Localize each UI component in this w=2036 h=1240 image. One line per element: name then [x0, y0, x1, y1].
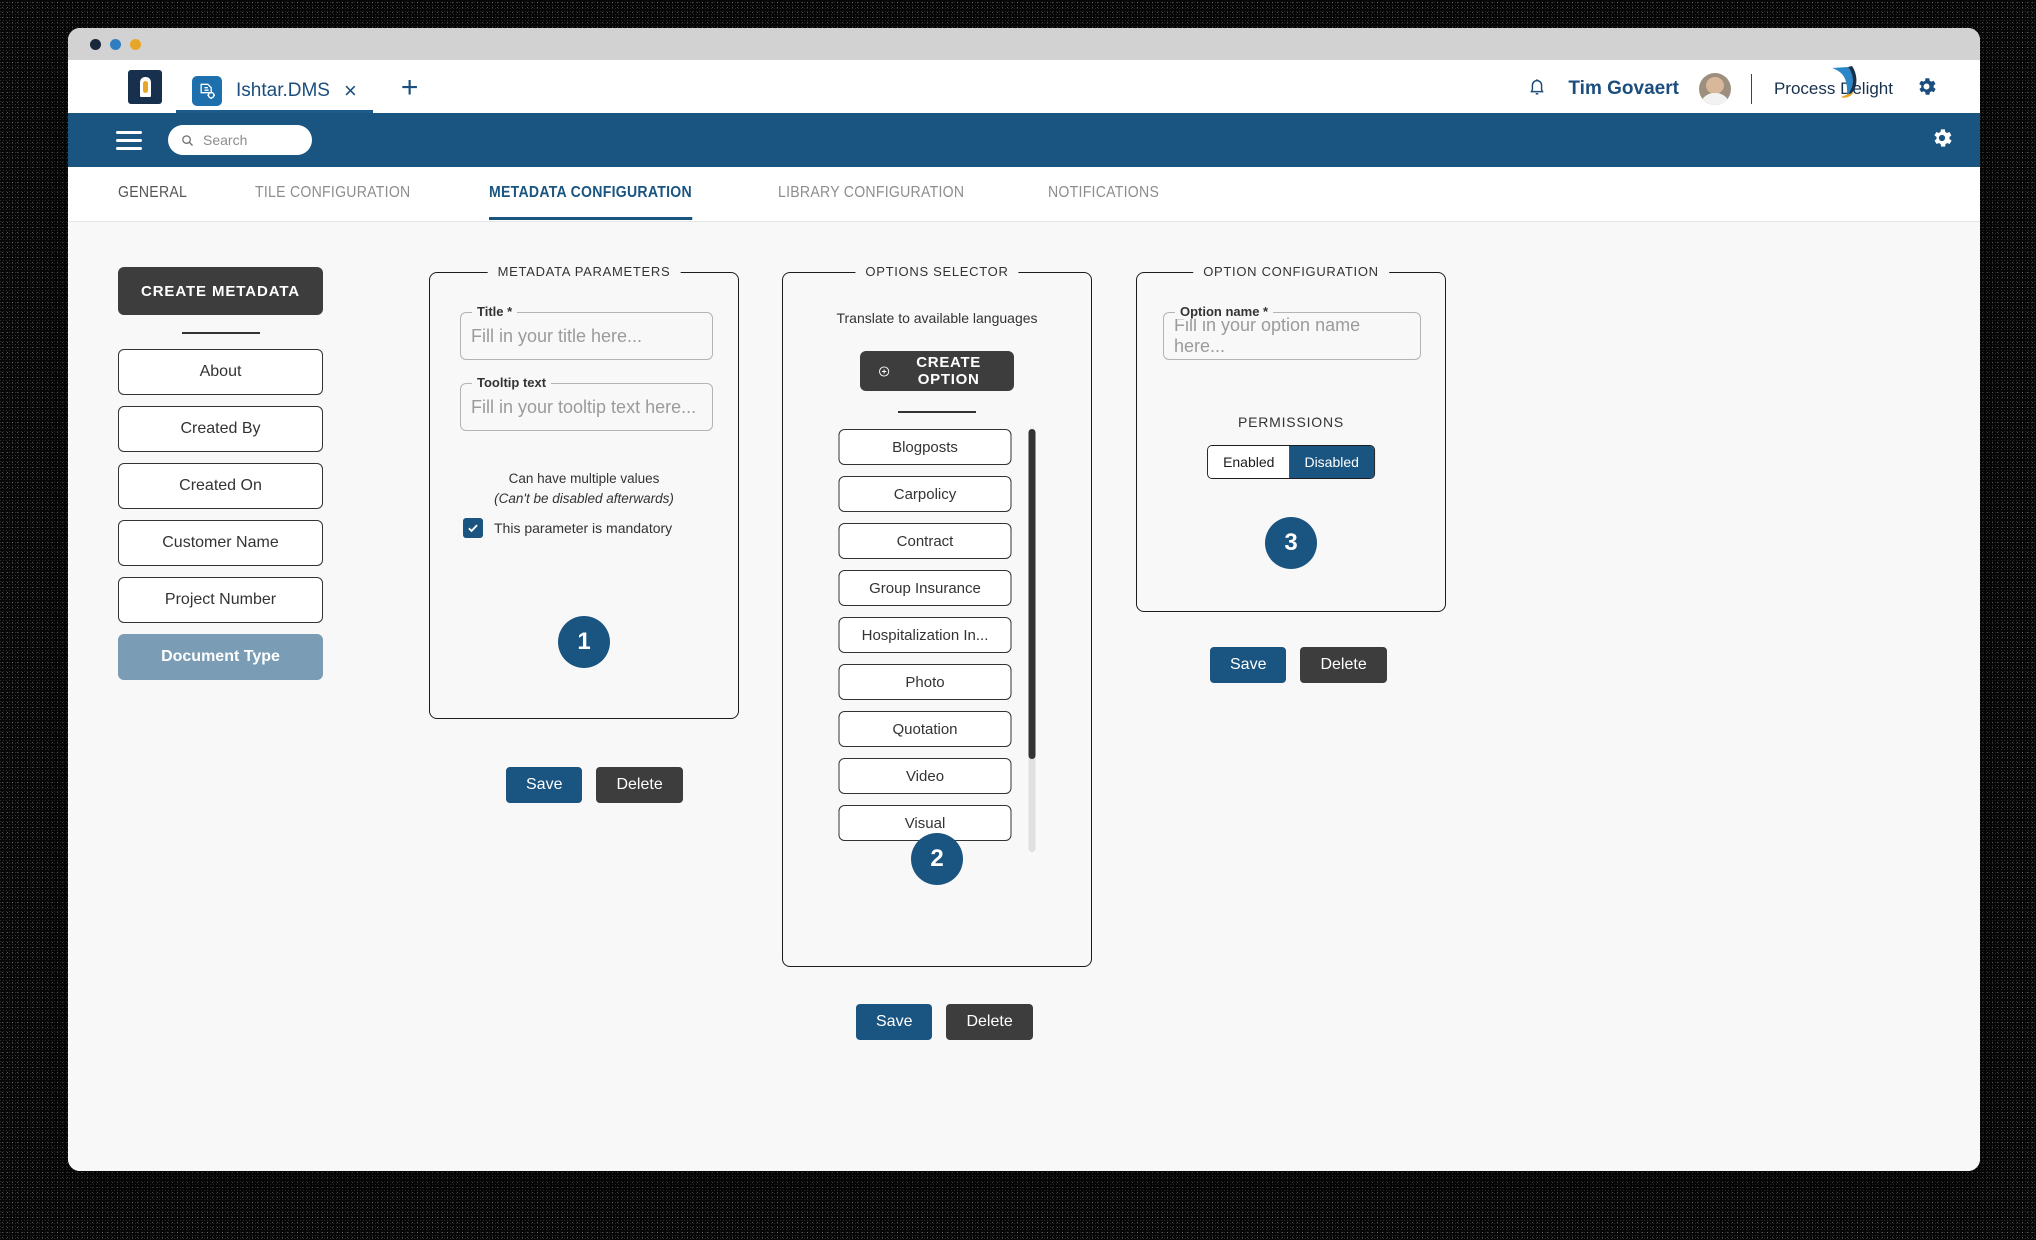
step-badge-3: 3 — [1265, 517, 1317, 569]
browser-tab[interactable]: Ishtar.DMS × — [176, 68, 373, 113]
tab-library-configuration[interactable]: LIBRARY CONFIGURATION — [778, 184, 964, 204]
metadata-parameters-panel: METADATA PARAMETERS Fill in your title h… — [429, 264, 739, 719]
tab-metadata-configuration[interactable]: METADATA CONFIGURATION — [489, 184, 692, 220]
helper-line-1: Can have multiple values — [508, 471, 660, 486]
tab-general[interactable]: GENERAL — [118, 184, 187, 204]
brand-label: Process Delight — [1772, 66, 1895, 99]
list-item[interactable]: Video — [838, 758, 1012, 794]
scrollbar-thumb[interactable] — [1028, 429, 1036, 759]
panel-legend: OPTION CONFIGURATION — [1193, 264, 1389, 279]
main-content: CREATE METADATA About Created By Created… — [68, 222, 1980, 1171]
tab-tile-configuration[interactable]: TILE CONFIGURATION — [255, 184, 410, 204]
process-delight-logo-icon — [1831, 66, 1857, 98]
browser-toolbar-right: Tim Govaert Process Delight — [1526, 66, 1938, 105]
options-panel-actions: Save Delete — [856, 1004, 1033, 1040]
list-item[interactable]: Contract — [838, 523, 1012, 559]
list-item[interactable]: Blogposts — [838, 429, 1012, 465]
step-badge-2: 2 — [911, 833, 963, 885]
section-tabs: GENERAL TILE CONFIGURATION METADATA CONF… — [68, 167, 1980, 222]
search-input[interactable]: Search — [168, 125, 312, 155]
save-button[interactable]: Save — [506, 767, 583, 803]
options-list: Blogposts Carpolicy Contract Group Insur… — [838, 429, 1036, 852]
close-icon[interactable]: × — [344, 79, 357, 102]
application-toolbar: Search — [68, 113, 1980, 167]
search-icon — [182, 134, 193, 146]
translate-hint: Translate to available languages — [836, 310, 1038, 326]
plus-circle-icon — [879, 365, 890, 377]
avatar[interactable] — [1698, 73, 1731, 105]
new-tab-button[interactable]: + — [401, 73, 419, 103]
list-item[interactable]: Photo — [838, 664, 1012, 700]
create-option-label: CREATE OPTION — [916, 354, 982, 388]
hamburger-menu-icon[interactable] — [116, 130, 142, 150]
sidebar-item-customer-name[interactable]: Customer Name — [118, 520, 323, 566]
option-name-field-label: Option name * — [1175, 304, 1274, 319]
sidebar-item-created-by[interactable]: Created By — [118, 406, 323, 452]
toggle-enabled-option[interactable]: Enabled — [1208, 446, 1290, 478]
delete-button[interactable]: Delete — [946, 1004, 1033, 1040]
option-config-panel-actions: Save Delete — [1210, 647, 1387, 683]
tab-title: Ishtar.DMS — [236, 79, 330, 101]
helper-line-2: (Can't be disabled afterwards) — [494, 490, 674, 506]
option-name-placeholder: Fill in your option name here... — [1174, 315, 1361, 356]
mandatory-checkbox-label: This parameter is mandatory — [494, 520, 673, 536]
document-gear-icon — [192, 75, 222, 106]
title-field-label: Title * — [472, 304, 518, 319]
permissions-toggle[interactable]: Enabled Disabled — [1207, 445, 1375, 479]
sidebar-item-document-type[interactable]: Document Type — [118, 634, 323, 680]
title-placeholder: Fill in your title here... — [471, 325, 643, 346]
tooltip-field[interactable]: Fill in your tooltip text here... Toolti… — [460, 375, 713, 431]
metadata-panel-actions: Save Delete — [506, 767, 683, 803]
minimize-window-button[interactable] — [110, 38, 121, 50]
tab-notifications[interactable]: NOTIFICATIONS — [1048, 184, 1159, 204]
delete-button[interactable]: Delete — [1300, 647, 1387, 683]
close-window-button[interactable] — [90, 38, 101, 50]
search-placeholder: Search — [203, 132, 248, 148]
option-name-field[interactable]: Fill in your option name here... Option … — [1163, 304, 1421, 360]
tooltip-field-label: Tooltip text — [472, 375, 552, 390]
metadata-sidebar: CREATE METADATA About Created By Created… — [118, 267, 323, 691]
options-selector-panel: OPTIONS SELECTOR Translate to available … — [782, 264, 1092, 967]
options-list-scrollbar[interactable] — [1028, 429, 1036, 852]
sidebar-item-created-on[interactable]: Created On — [118, 463, 323, 509]
delete-button[interactable]: Delete — [596, 767, 683, 803]
user-name-label: Tim Govaert — [1568, 78, 1679, 99]
divider — [1750, 74, 1752, 104]
browser-window: Ishtar.DMS × + Tim Govaert Process Delig… — [68, 28, 1980, 1171]
check-icon — [468, 524, 478, 533]
mandatory-checkbox[interactable] — [463, 518, 483, 538]
permissions-title: PERMISSIONS — [1237, 414, 1345, 430]
panel-legend: METADATA PARAMETERS — [487, 264, 681, 279]
create-option-button[interactable]: CREATE OPTION — [860, 351, 1014, 391]
gear-icon[interactable] — [1915, 75, 1938, 103]
settings-gear-icon[interactable] — [1930, 126, 1954, 155]
tooltip-placeholder: Fill in your tooltip text here... — [471, 396, 697, 417]
list-item[interactable]: Carpolicy — [838, 476, 1012, 512]
panel-legend: OPTIONS SELECTOR — [855, 264, 1019, 279]
window-titlebar — [68, 28, 1980, 60]
mandatory-checkbox-row[interactable]: This parameter is mandatory — [463, 518, 672, 538]
multiple-values-helper: Can have multiple values (Can't be disab… — [430, 469, 738, 508]
list-item[interactable]: Hospitalization In... — [838, 617, 1012, 653]
create-metadata-button[interactable]: CREATE METADATA — [118, 267, 323, 315]
save-button[interactable]: Save — [1210, 647, 1287, 683]
title-field[interactable]: Fill in your title here... Title * — [460, 304, 713, 360]
browser-tab-strip: Ishtar.DMS × + Tim Govaert Process Delig… — [68, 60, 1980, 113]
list-item[interactable]: Group Insurance — [838, 570, 1012, 606]
option-configuration-panel: OPTION CONFIGURATION Fill in your option… — [1136, 264, 1446, 612]
bell-icon[interactable] — [1526, 76, 1548, 103]
maximize-window-button[interactable] — [130, 38, 141, 50]
sidebar-item-about[interactable]: About — [118, 349, 323, 395]
divider — [181, 332, 260, 334]
toggle-disabled-option[interactable]: Disabled — [1289, 446, 1374, 478]
divider — [898, 411, 976, 413]
ishtar-logo-icon — [128, 70, 162, 104]
save-button[interactable]: Save — [856, 1004, 933, 1040]
sidebar-item-project-number[interactable]: Project Number — [118, 577, 323, 623]
step-badge-1: 1 — [558, 616, 610, 668]
list-item[interactable]: Quotation — [838, 711, 1012, 747]
